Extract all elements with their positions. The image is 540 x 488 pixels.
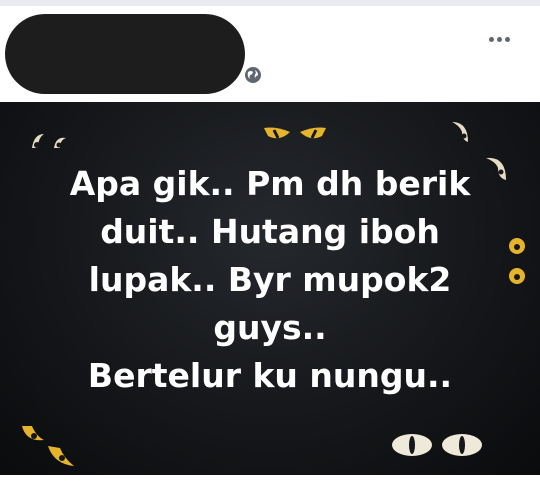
eyes-icon [264, 127, 326, 139]
post-footer [0, 475, 540, 488]
dot-icon [496, 36, 502, 42]
post-text-line: duit.. Hutang iboh [100, 212, 440, 251]
eyes-icon [22, 426, 74, 466]
eyes-icon [392, 434, 482, 456]
eyes-icon [32, 134, 66, 148]
post-text-line: Apa gik.. Pm dh berik [69, 164, 471, 203]
more-options-button[interactable] [482, 28, 516, 50]
post-text-line: lupak.. Byr mupok2 [88, 260, 452, 299]
eyes-icon [509, 238, 525, 284]
post-content-background: Apa gik.. Pm dh berik duit.. Hutang iboh… [0, 102, 540, 475]
post-text: Apa gik.. Pm dh berik duit.. Hutang iboh… [40, 160, 500, 400]
post-header [0, 6, 540, 102]
dot-icon [488, 36, 494, 42]
eyes-icon [452, 122, 468, 142]
dot-icon [504, 36, 510, 42]
post-text-line: guys.. [213, 308, 327, 347]
globe-icon[interactable] [244, 66, 262, 84]
post-text-line: Bertelur ku nungu.. [87, 356, 453, 395]
redacted-author-name [5, 14, 245, 94]
